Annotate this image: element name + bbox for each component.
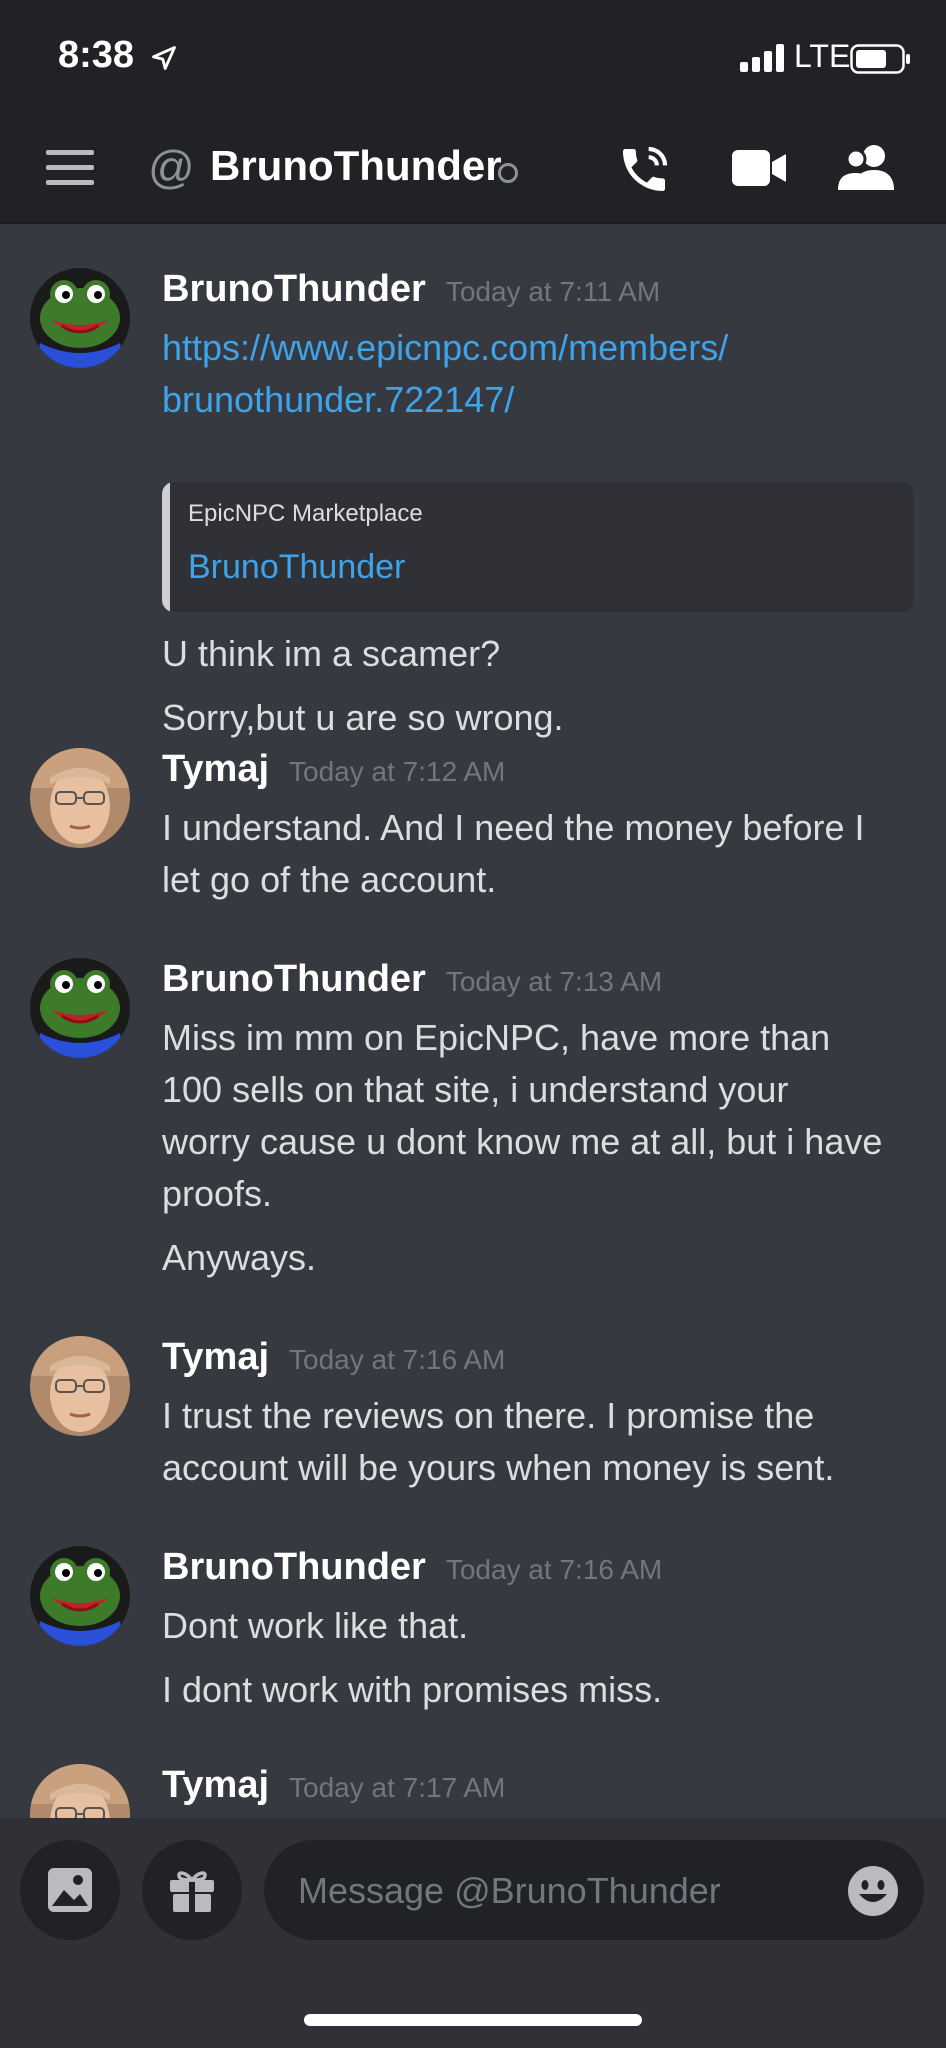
message-header: Tymaj Today at 7:16 AM <box>162 1336 505 1384</box>
message-header: Tymaj Today at 7:17 AM <box>162 1764 505 1812</box>
upload-image-button[interactable] <box>20 1840 120 1940</box>
user-photo-icon <box>30 1336 130 1436</box>
message-text: Anyways. <box>162 1237 317 1278</box>
message-text: proofs. <box>162 1173 273 1214</box>
message-text: worry cause u dont know me at all, but i… <box>162 1121 883 1162</box>
message-header: BrunoThunder Today at 7:11 AM <box>162 268 660 316</box>
author-name[interactable]: BrunoThunder <box>162 958 426 1000</box>
message-text: 100 sells on that site, i understand you… <box>162 1069 789 1110</box>
status-time: 8:38 <box>58 34 135 76</box>
message-text: account will be yours when money is sent… <box>162 1447 835 1488</box>
timestamp: Today at 7:11 AM <box>445 276 661 307</box>
message-input[interactable]: Message @BrunoThunder <box>264 1840 924 1940</box>
author-name[interactable]: Tymaj <box>162 1336 269 1378</box>
timestamp: Today at 7:16 AM <box>289 1344 506 1375</box>
avatar[interactable] <box>30 1336 130 1436</box>
message-list[interactable]: BrunoThunder Today at 7:11 AM https://www… <box>0 222 946 1818</box>
input-placeholder: Message @BrunoThunder <box>298 1870 721 1911</box>
timestamp: Today at 7:16 AM <box>445 1554 663 1585</box>
message-header: BrunoThunder Today at 7:13 AM <box>162 958 662 1006</box>
avatar[interactable] <box>30 958 130 1058</box>
frog-avatar-icon <box>30 958 130 1058</box>
frog-avatar-icon <box>30 1546 130 1646</box>
frog-avatar-icon <box>30 268 130 368</box>
status-bar: 8:38 LTE <box>0 0 946 110</box>
at-icon: @ <box>148 141 195 193</box>
timestamp: Today at 7:13 AM <box>445 966 663 997</box>
timestamp: Today at 7:12 AM <box>289 756 506 787</box>
message-text: I trust the reviews on there. I promise … <box>162 1395 815 1436</box>
message-text: let go of the account. <box>162 859 497 900</box>
menu-icon[interactable] <box>46 150 94 186</box>
embed-accent-bar <box>162 482 170 612</box>
channel-header: @ BrunoThunder <box>0 110 946 224</box>
message-header: BrunoThunder Today at 7:16 AM <box>162 1546 662 1594</box>
channel-title[interactable]: BrunoThunder <box>210 142 502 190</box>
message-text: Miss im mm on EpicNPC, have more than <box>162 1017 831 1058</box>
location-arrow-icon <box>152 46 176 70</box>
phone-call-icon[interactable] <box>616 142 672 198</box>
message-link[interactable]: https://www.epicnpc.com/members/ brunoth… <box>162 322 922 426</box>
author-name[interactable]: Tymaj <box>162 748 269 790</box>
offline-status-icon <box>498 163 518 183</box>
link-embed[interactable]: EpicNPC Marketplace BrunoThunder <box>162 482 914 612</box>
avatar[interactable] <box>30 1546 130 1646</box>
home-indicator[interactable] <box>304 2014 642 2026</box>
message-text: U think im a scamer? <box>162 633 501 674</box>
timestamp: Today at 7:17 AM <box>289 1772 506 1803</box>
author-name[interactable]: BrunoThunder <box>162 1546 426 1588</box>
message-text: I understand. And I need the money befor… <box>162 807 865 848</box>
battery-icon <box>850 44 910 74</box>
user-photo-icon <box>30 748 130 848</box>
emoji-icon[interactable] <box>846 1864 900 1918</box>
message-text: Sorry,but u are so wrong. <box>162 697 564 738</box>
embed-title[interactable]: BrunoThunder <box>188 548 405 587</box>
gift-button[interactable] <box>142 1840 242 1940</box>
author-name[interactable]: Tymaj <box>162 1764 269 1806</box>
message-text: Dont work like that. <box>162 1605 469 1646</box>
author-name[interactable]: BrunoThunder <box>162 268 426 310</box>
user-photo-icon <box>30 1764 130 1818</box>
link-text[interactable]: https://www.epicnpc.com/members/ <box>162 322 922 374</box>
avatar[interactable] <box>30 1764 130 1818</box>
image-icon <box>48 1868 92 1912</box>
signal-icon <box>740 44 784 72</box>
link-text[interactable]: brunothunder.722147/ <box>162 374 922 426</box>
members-icon[interactable] <box>838 144 898 190</box>
message-header: Tymaj Today at 7:12 AM <box>162 748 505 796</box>
embed-provider: EpicNPC Marketplace <box>188 500 423 527</box>
gift-icon <box>170 1871 214 1912</box>
message-text: I dont work with promises miss. <box>162 1669 663 1710</box>
network-label: LTE <box>794 38 851 74</box>
avatar[interactable] <box>30 268 130 368</box>
avatar[interactable] <box>30 748 130 848</box>
video-camera-icon[interactable] <box>732 150 786 186</box>
